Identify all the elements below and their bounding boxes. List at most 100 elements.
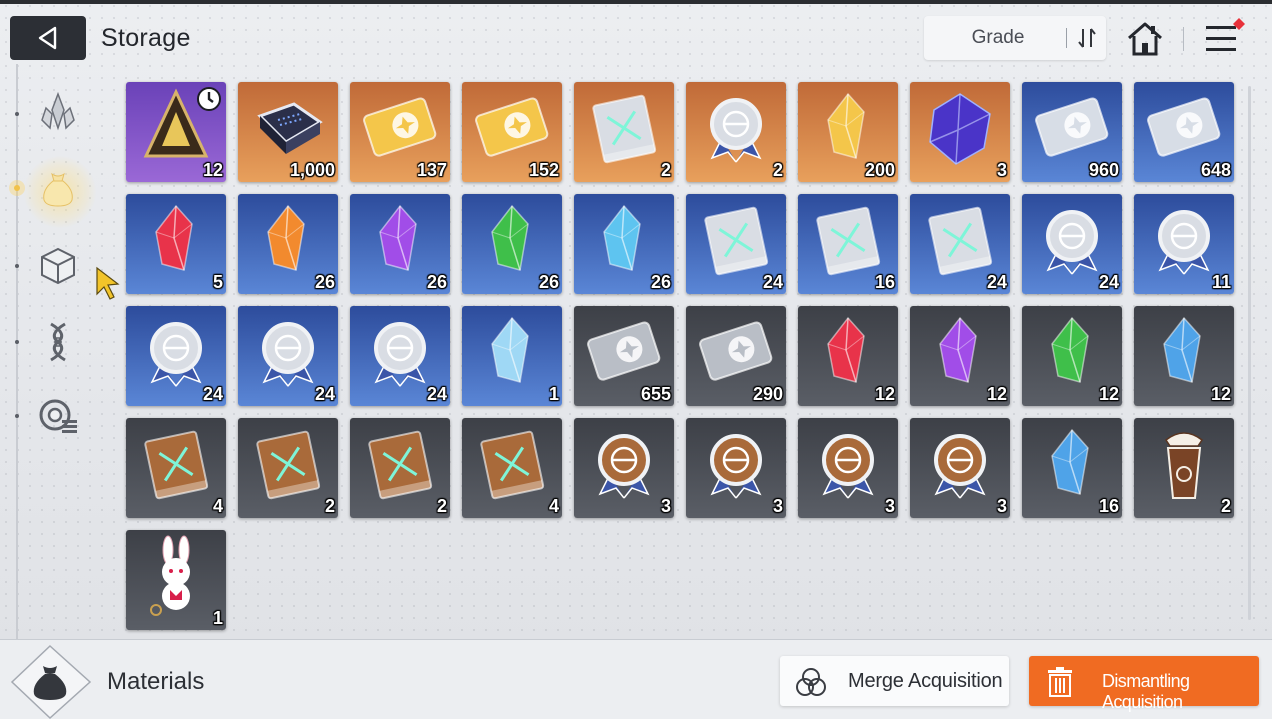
inventory-item[interactable]: 24 [686,194,786,294]
bronze-globe-badge-icon [916,422,1004,506]
item-quantity: 1,000 [289,160,335,180]
inventory-item[interactable]: 1,000 [238,82,338,182]
bronze-bolt-badge-icon [804,422,892,506]
merge-acquisition-label: Merge Acquisition [848,670,1003,692]
page-title: Storage [101,24,191,52]
sort-divider [1066,28,1067,48]
nav-item-cube[interactable] [30,238,86,294]
dna-icon [50,322,66,362]
item-quantity: 4 [212,496,223,516]
item-quantity: 290 [752,384,783,404]
inventory-item[interactable]: 16 [798,194,898,294]
inventory-item[interactable]: 4 [462,418,562,518]
target-badge-icon [132,310,220,394]
inventory-item[interactable]: 24 [1022,194,1122,294]
nav-item-dna[interactable] [30,314,86,370]
item-quantity: 4 [548,496,559,516]
shield-book-icon [804,198,892,282]
inventory-item[interactable]: 1 [462,306,562,406]
inventory-item[interactable]: 960 [1022,82,1122,182]
inventory-item[interactable]: 2 [238,418,338,518]
bronze-sword-book-icon [132,422,220,506]
inventory-item[interactable]: 11 [1134,194,1234,294]
home-icon[interactable] [1124,18,1166,60]
purple-crystal-icon [356,198,444,282]
grid-row: 1 [126,530,1236,630]
grid-row: 12 1,000 137 152 2 2 200 3 960 648 [126,82,1236,182]
nav-dot [15,340,19,344]
dismantling-acquisition-button[interactable]: Dismantling Acquisition [1029,656,1259,712]
nav-item-pouch[interactable] [30,160,86,216]
item-quantity: 1 [212,608,223,628]
inventory-item[interactable]: 24 [126,306,226,406]
prism-manual-icon [580,86,668,170]
inventory-item[interactable]: 16 [1022,418,1122,518]
item-quantity: 26 [426,272,447,292]
item-quantity: 3 [996,496,1007,516]
item-quantity: 2 [660,160,671,180]
inventory-item[interactable]: 137 [350,82,450,182]
back-button[interactable] [10,16,86,60]
equipment-list-icon [39,399,77,433]
nav-dot [15,264,19,268]
bunny-keychain-icon [132,534,220,618]
bolt-book-icon [916,198,1004,282]
inventory-item[interactable]: 3 [910,82,1010,182]
inventory-item[interactable]: 24 [238,306,338,406]
merge-acquisition-button[interactable]: Merge Acquisition [780,656,1009,706]
inventory-item[interactable]: 1 [126,530,226,630]
item-quantity: 12 [1098,384,1119,404]
inventory-item[interactable]: 5 [126,194,226,294]
inventory-item[interactable]: 26 [574,194,674,294]
inventory-item[interactable]: 2 [1134,418,1234,518]
side-nav-rail [16,64,18,640]
inventory-item[interactable]: 3 [798,418,898,518]
gray-star-ticket-icon [692,310,780,394]
inventory-item[interactable]: 12 [1022,306,1122,406]
inventory-item[interactable]: 12 [1134,306,1234,406]
inventory-item[interactable]: 12 [798,306,898,406]
inventory-item[interactable]: 4 [126,418,226,518]
back-arrow-icon [38,26,57,50]
sort-toggle-icon[interactable] [1074,26,1100,50]
inventory-item[interactable]: 26 [462,194,562,294]
inventory-item[interactable]: 3 [910,418,1010,518]
item-quantity: 3 [660,496,671,516]
menu-icon[interactable] [1200,16,1252,60]
grid-scrollbar[interactable] [1248,86,1251,620]
frappe-drink-icon [1140,422,1228,506]
inventory-item[interactable]: 3 [686,418,786,518]
nav-item-equipment[interactable] [30,388,86,444]
bronze-sword-badge-icon [580,422,668,506]
inventory-item[interactable]: 200 [798,82,898,182]
inventory-item[interactable]: 655 [574,306,674,406]
inventory-item[interactable]: 2 [574,82,674,182]
inventory-item[interactable]: 2 [686,82,786,182]
inventory-item[interactable]: 12 [126,82,226,182]
item-quantity: 24 [762,272,783,292]
globe-badge-icon [356,310,444,394]
red-crystal-icon [132,198,220,282]
orange-crystal-icon [244,198,332,282]
inventory-item[interactable]: 12 [910,306,1010,406]
green-shard-icon [1028,310,1116,394]
grade-sort-control[interactable]: Grade [924,16,1106,60]
inventory-item[interactable]: 290 [686,306,786,406]
item-quantity: 3 [884,496,895,516]
inventory-item[interactable]: 24 [910,194,1010,294]
inventory-item[interactable]: 3 [574,418,674,518]
item-quantity: 24 [426,384,447,404]
bronze-target-badge-icon [692,422,780,506]
inventory-item[interactable]: 26 [350,194,450,294]
inventory-item[interactable]: 24 [350,306,450,406]
inventory-item[interactable]: 26 [238,194,338,294]
sort-grade-label: Grade [971,27,1025,48]
materials-pouch-icon [10,644,92,719]
trash-icon [1048,667,1072,697]
bronze-bolt-book-icon [468,422,556,506]
inventory-item[interactable]: 152 [462,82,562,182]
gray-ticket-icon [580,310,668,394]
nav-item-crystal[interactable] [30,84,86,140]
inventory-item[interactable]: 648 [1134,82,1234,182]
inventory-item[interactable]: 2 [350,418,450,518]
